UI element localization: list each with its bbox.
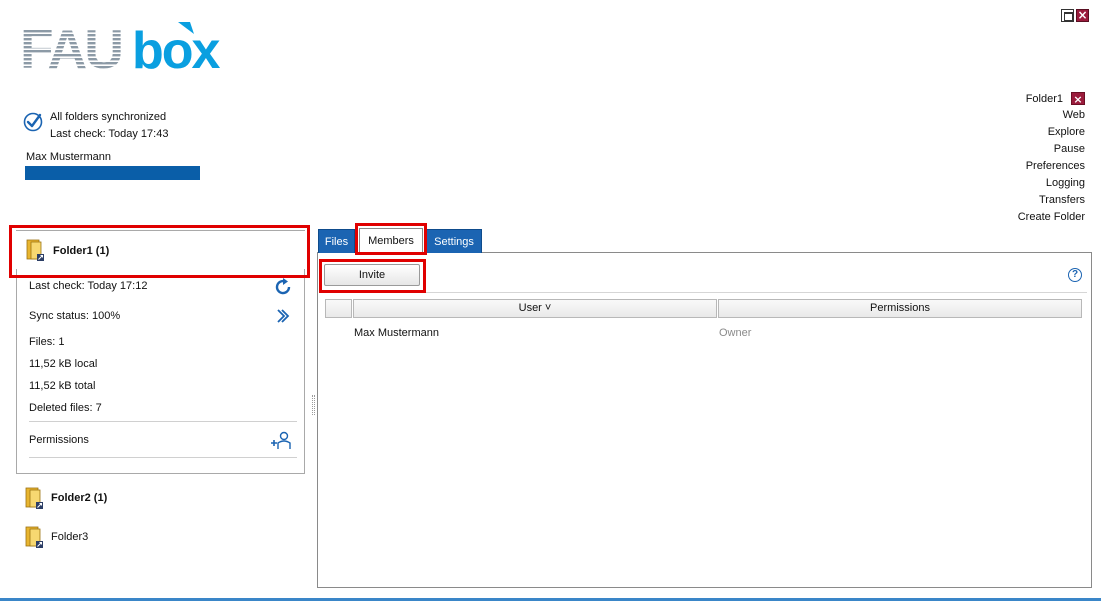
sort-chevron-icon: ˅ bbox=[544, 302, 552, 314]
column-header-permissions[interactable]: Permissions bbox=[718, 299, 1082, 318]
column-header-user-label: User bbox=[518, 302, 542, 314]
divider bbox=[29, 457, 297, 458]
tab-files[interactable]: Files bbox=[318, 229, 355, 253]
help-icon[interactable]: ? bbox=[1068, 268, 1082, 282]
logo-fau: FAU bbox=[20, 18, 121, 74]
menu-explore[interactable]: Explore bbox=[1018, 124, 1085, 141]
table-select-header[interactable] bbox=[325, 299, 352, 318]
quota-bar bbox=[25, 166, 200, 180]
menu-transfers[interactable]: Transfers bbox=[1018, 192, 1085, 209]
menu-preferences[interactable]: Preferences bbox=[1018, 158, 1085, 175]
invite-button[interactable]: Invite bbox=[324, 264, 420, 286]
sync-status-text: All folders synchronized Last check: Tod… bbox=[50, 109, 168, 143]
folder-icon bbox=[25, 487, 43, 509]
refresh-icon[interactable] bbox=[273, 277, 293, 297]
folder-icon bbox=[26, 239, 44, 261]
faubox-logo: FAU box bbox=[20, 18, 223, 74]
folder1-header[interactable]: Folder1 (1) bbox=[14, 231, 306, 269]
sync-status-line: All folders synchronized bbox=[50, 111, 167, 123]
double-chevron-right-icon[interactable] bbox=[275, 308, 291, 324]
folder-size-total: 11,52 kB total bbox=[29, 380, 96, 392]
sync-ok-icon bbox=[23, 112, 43, 132]
folder-icon bbox=[25, 526, 43, 548]
menu-folder-label: Folder1 bbox=[1025, 92, 1063, 105]
menu-create-folder[interactable]: Create Folder bbox=[1018, 209, 1085, 226]
close-icon[interactable]: × bbox=[1076, 8, 1089, 22]
maximize-icon[interactable] bbox=[1061, 9, 1074, 22]
close-folder-icon[interactable]: × bbox=[1071, 92, 1085, 106]
column-header-user[interactable]: User ˅ bbox=[353, 299, 717, 318]
folder-size-local: 11,52 kB local bbox=[29, 358, 98, 370]
folder1-name: Folder1 (1) bbox=[53, 245, 110, 257]
menu-pause[interactable]: Pause bbox=[1018, 141, 1085, 158]
add-permission-icon[interactable] bbox=[270, 431, 294, 451]
member-user[interactable]: Max Mustermann bbox=[354, 327, 439, 339]
last-check-line: Last check: Today 17:43 bbox=[50, 128, 169, 140]
context-menu: Folder1 × Web Explore Pause Preferences … bbox=[1018, 90, 1085, 226]
menu-logging[interactable]: Logging bbox=[1018, 175, 1085, 192]
menu-web[interactable]: Web bbox=[1018, 107, 1085, 124]
splitter-handle[interactable] bbox=[312, 395, 315, 415]
folder3-item[interactable]: Folder3 bbox=[51, 531, 88, 543]
menu-folder-header: Folder1 × bbox=[1018, 90, 1085, 107]
folder-permissions-label: Permissions bbox=[29, 434, 89, 446]
folder-files-count: Files: 1 bbox=[29, 336, 65, 348]
divider bbox=[29, 421, 297, 422]
folder-sync-status: Sync status: 100% bbox=[29, 310, 121, 322]
member-permission: Owner bbox=[719, 327, 752, 339]
divider bbox=[322, 292, 1087, 293]
tab-settings[interactable]: Settings bbox=[426, 229, 482, 253]
folder-deleted-files: Deleted files: 7 bbox=[29, 402, 102, 414]
folder2-item[interactable]: Folder2 (1) bbox=[51, 492, 107, 504]
logo-box: box bbox=[132, 22, 221, 74]
user-name: Max Mustermann bbox=[26, 151, 111, 163]
tab-members[interactable]: Members bbox=[359, 228, 423, 253]
folder-last-check: Last check: Today 17:12 bbox=[29, 280, 148, 292]
